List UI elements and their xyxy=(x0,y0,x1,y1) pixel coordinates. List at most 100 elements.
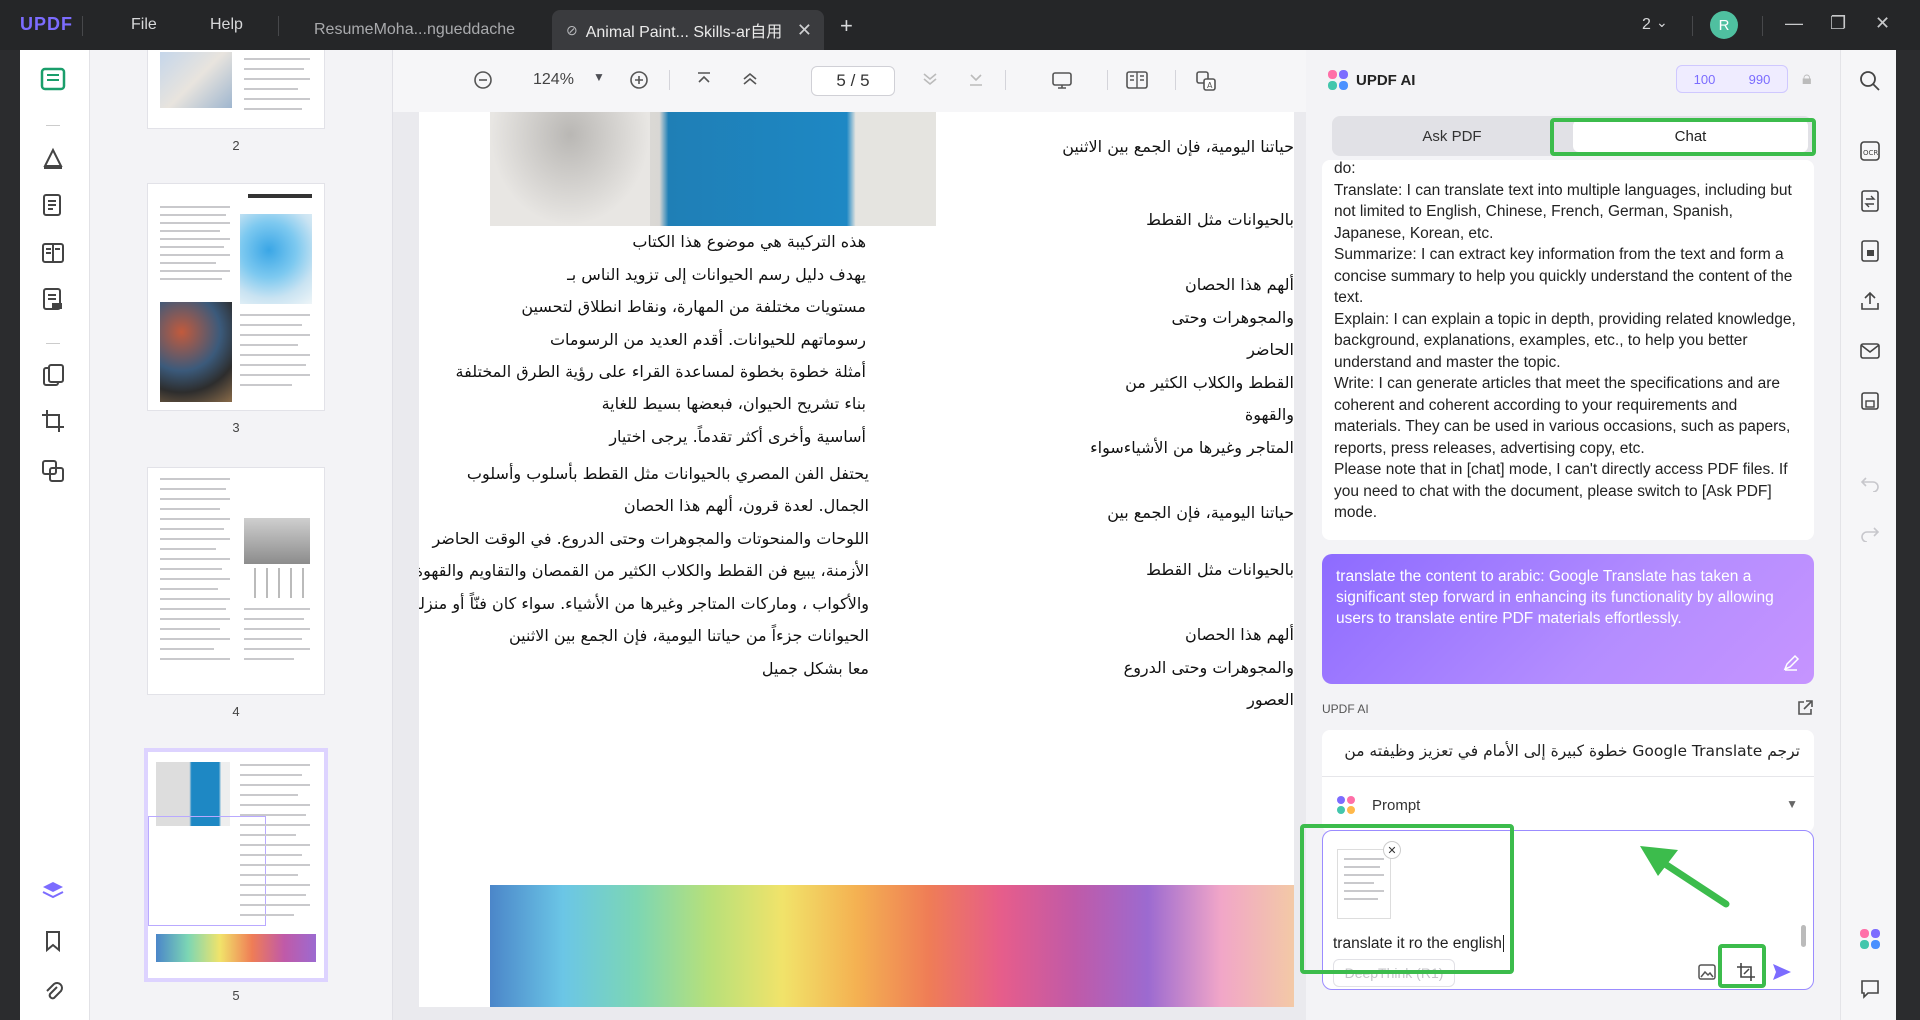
zoom-out-icon[interactable] xyxy=(473,70,493,90)
doc-text-line: العصور xyxy=(1247,690,1294,709)
doc-text-line: هذه التركيبة هي موضوع هذا الكتاب xyxy=(632,232,866,251)
answer-paragraph: Translate: I can translate text into mul… xyxy=(1334,181,1792,242)
close-tab-icon[interactable]: ✕ xyxy=(797,20,812,41)
page-layout-icon[interactable] xyxy=(1125,70,1149,90)
email-icon[interactable] xyxy=(1857,338,1883,364)
share-icon[interactable] xyxy=(1857,288,1883,314)
menu-help[interactable]: Help xyxy=(210,16,243,34)
layers-icon[interactable] xyxy=(38,876,68,906)
ai-credits-badge[interactable]: 100 990 xyxy=(1676,65,1788,93)
close-window-icon[interactable]: ✕ xyxy=(1875,13,1890,34)
window-count[interactable]: 2 xyxy=(1642,16,1651,34)
chevron-down-icon[interactable]: ▼ xyxy=(1786,797,1798,811)
restore-icon[interactable]: ❐ xyxy=(1830,13,1846,34)
tab-animal-painting[interactable]: ⊘ Animal Paint... Skills-ar自用 ✕ xyxy=(552,10,824,50)
divider xyxy=(38,110,68,140)
save-icon[interactable] xyxy=(1857,388,1883,414)
right-tool-rail: OCR xyxy=(1840,50,1896,1020)
page-number-input[interactable]: 5 / 5 xyxy=(811,66,895,96)
first-page-icon[interactable] xyxy=(695,70,713,88)
divider xyxy=(1107,70,1108,90)
comments-icon[interactable] xyxy=(1857,976,1883,1002)
thumb-image xyxy=(160,302,232,402)
doc-text-line: اللوحات والمنحوتات والمجوهرات وحتى الدرو… xyxy=(432,529,869,548)
updf-ai-icon[interactable] xyxy=(1857,926,1883,952)
credit-count-a: 100 xyxy=(1693,71,1716,87)
ai-reply-preview: ترجم Google Translate خطوة كبيرة إلى الأ… xyxy=(1322,730,1814,776)
menu-file[interactable]: File xyxy=(131,16,157,34)
search-icon[interactable] xyxy=(1857,68,1883,94)
pdf-tab-icon: ⊘ xyxy=(566,21,578,38)
doc-text-line: والقهوة xyxy=(1244,405,1294,424)
compare-icon[interactable] xyxy=(38,456,68,486)
user-message-bubble: translate the content to arabic: Google … xyxy=(1322,554,1814,684)
send-icon[interactable] xyxy=(1771,961,1793,983)
thumbnail-page-number: 5 xyxy=(232,988,240,1003)
pdf-page: حياتنا اليومية، فإن الجمع بين الاثنين با… xyxy=(419,112,1294,1007)
form-icon[interactable] xyxy=(38,238,68,268)
current-page: 5 xyxy=(836,71,846,90)
zoom-in-icon[interactable] xyxy=(629,70,649,90)
tab-label: ResumeMoha...ngueddache xyxy=(314,21,516,38)
visible-area-frame xyxy=(148,816,266,926)
answer-paragraph: Summarize: I can extract key information… xyxy=(1334,246,1793,306)
doc-text-line: حياتنا اليومية، فإن الجمع بين xyxy=(1107,503,1294,522)
bookmark-icon[interactable] xyxy=(38,926,68,956)
fill-sign-icon[interactable] xyxy=(38,284,68,314)
doc-text-line: المتاجر وغيرها من الأشياءسواء xyxy=(1090,438,1294,457)
doc-text-line: أساسية وأخرى أكثر تقدماً. يرجى اختيار xyxy=(609,427,866,446)
divider xyxy=(1005,70,1006,90)
convert-icon[interactable] xyxy=(1857,188,1883,214)
organize-pages-icon[interactable] xyxy=(38,360,68,390)
divider xyxy=(1762,16,1763,36)
prev-page-icon[interactable] xyxy=(741,70,759,88)
thumb-image xyxy=(240,214,312,304)
divider xyxy=(38,328,68,358)
thumbnail-page-5[interactable] xyxy=(148,752,324,978)
crop-pages-icon[interactable] xyxy=(38,406,68,436)
input-scrollbar[interactable] xyxy=(1801,925,1806,947)
prompt-icon xyxy=(1336,795,1356,815)
thumb-image xyxy=(244,518,310,564)
protect-icon[interactable] xyxy=(1857,238,1883,264)
open-external-icon[interactable] xyxy=(1796,699,1814,717)
chevron-down-icon[interactable]: ⌄ xyxy=(1656,14,1668,31)
doc-text-line: القطط والكلاب الكثير من xyxy=(1125,373,1294,392)
tab-resume[interactable]: ResumeMoha...ngueddache xyxy=(300,10,550,50)
doc-text-line: يحتفل الفن المصري بالحيوانات مثل القطط ب… xyxy=(466,464,869,483)
thumbnail-page-2[interactable] xyxy=(148,50,324,128)
edit-message-icon[interactable] xyxy=(1782,654,1800,672)
avatar[interactable]: R xyxy=(1710,11,1738,39)
new-tab-button[interactable]: + xyxy=(840,13,853,39)
redo-icon[interactable] xyxy=(1857,520,1883,546)
zoom-level[interactable]: 124% xyxy=(533,71,574,89)
comment-tool-icon[interactable] xyxy=(38,144,68,174)
tab-ask-pdf[interactable]: Ask PDF xyxy=(1332,116,1572,156)
translate-icon[interactable]: A xyxy=(1195,70,1217,92)
thumbnail-page-3[interactable] xyxy=(148,184,324,410)
thumbnail-page-4[interactable] xyxy=(148,468,324,694)
zoom-dropdown-icon[interactable]: ▼ xyxy=(593,70,605,84)
tab-label: Animal Paint... Skills-ar自用 xyxy=(585,24,783,41)
doc-text-line: حياتنا اليومية، فإن الجمع بين الاثنين xyxy=(1062,137,1294,156)
image-upload-icon[interactable] xyxy=(1697,963,1717,981)
user-message-text: translate the content to arabic: Google … xyxy=(1336,568,1774,627)
title-bar: UPDF File Help ResumeMoha...ngueddache ⊘… xyxy=(0,0,1920,50)
doc-text-line: ألهم هذا الحصان xyxy=(1185,625,1294,644)
lock-icon[interactable]: 🔒︎ xyxy=(1802,68,1812,89)
attachment-icon[interactable] xyxy=(38,976,68,1006)
ai-reply-label: UPDF AI xyxy=(1322,702,1369,716)
updf-ai-panel: UPDF AI 100 990 🔒︎ Ask PDF Chat do: Tran… xyxy=(1300,50,1896,1020)
doc-text-line: والمجوهرات وحتى الدروع xyxy=(1123,658,1294,677)
undo-icon[interactable] xyxy=(1857,470,1883,496)
thumb-image xyxy=(244,568,310,598)
next-page-icon[interactable] xyxy=(921,70,939,88)
updf-logo: UPDF xyxy=(20,14,73,34)
minimize-icon[interactable]: — xyxy=(1785,13,1803,34)
reader-icon[interactable] xyxy=(38,64,68,94)
presentation-icon[interactable] xyxy=(1051,70,1073,90)
answer-paragraph: Write: I can generate articles that meet… xyxy=(1334,375,1791,457)
edit-pdf-icon[interactable] xyxy=(38,190,68,220)
last-page-icon[interactable] xyxy=(967,70,985,88)
ocr-icon[interactable]: OCR xyxy=(1857,138,1883,164)
